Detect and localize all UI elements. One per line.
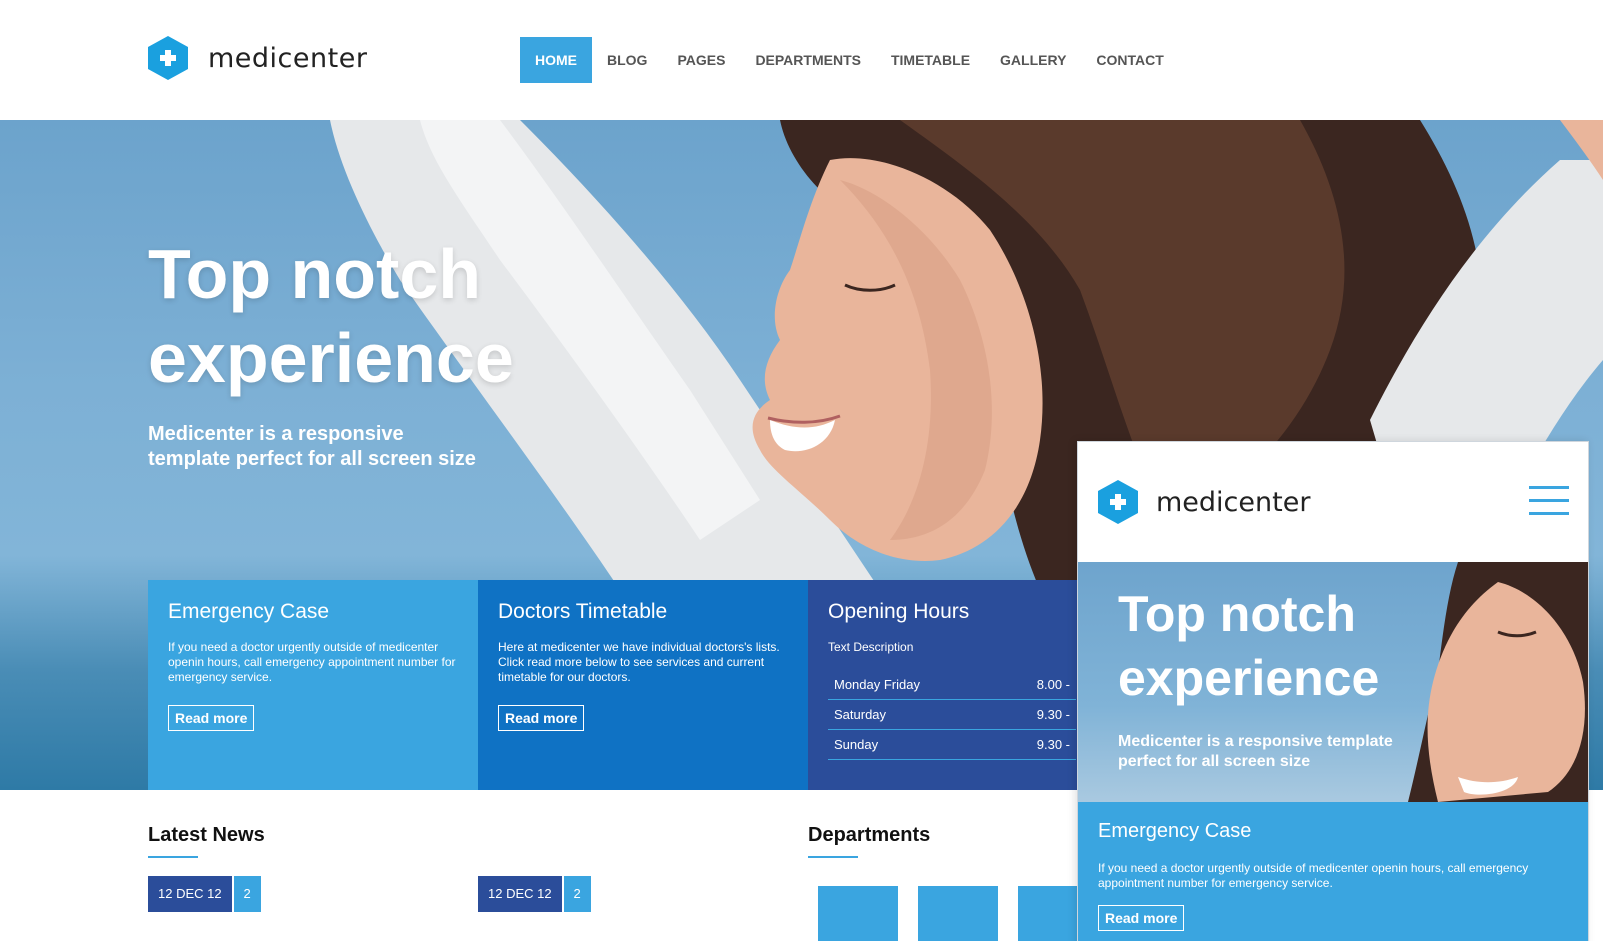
nav-item-blog[interactable]: BLOG bbox=[592, 37, 662, 83]
nav-item-timetable[interactable]: TIMETABLE bbox=[876, 37, 985, 83]
nav-item-gallery[interactable]: GALLERY bbox=[985, 37, 1081, 83]
latest-news-underline bbox=[148, 856, 198, 858]
news-date: 12 DEC 12 bbox=[148, 876, 232, 912]
emergency-case-box: Emergency Case If you need a doctor urge… bbox=[148, 580, 478, 790]
hours-day: Monday Friday bbox=[834, 677, 920, 692]
nav-item-pages[interactable]: PAGES bbox=[662, 37, 740, 83]
mobile-hero: Top notch experience Medicenter is a res… bbox=[1078, 562, 1588, 802]
department-tile[interactable] bbox=[818, 886, 898, 941]
main-nav: HOME BLOG PAGES DEPARTMENTS TIMETABLE GA… bbox=[520, 37, 1179, 83]
hero-subtitle-line-1: Medicenter is a responsive bbox=[148, 423, 404, 445]
hero-title: Top notch experience bbox=[148, 232, 708, 400]
mobile-hero-title-line-2: experience bbox=[1118, 650, 1380, 706]
hours-row: Monday Friday 8.00 - bbox=[828, 670, 1076, 700]
news-comment-count[interactable]: 2 bbox=[563, 876, 591, 912]
opening-hours-box: Opening Hours Text Description Monday Fr… bbox=[808, 580, 1078, 790]
departments-underline bbox=[808, 856, 858, 858]
hours-row: Sunday 9.30 - bbox=[828, 730, 1076, 760]
mobile-hero-title: Top notch experience bbox=[1118, 582, 1438, 710]
medical-cross-hex-icon bbox=[1098, 480, 1138, 524]
mobile-emergency-text: If you need a doctor urgently outside of… bbox=[1098, 861, 1529, 890]
hours-time: 9.30 - bbox=[1036, 707, 1070, 722]
opening-hours-description: Text Description bbox=[828, 640, 914, 654]
news-date-badge[interactable]: 12 DEC 12 2 bbox=[148, 876, 261, 912]
doctors-timetable-title: Doctors Timetable bbox=[498, 600, 668, 623]
emergency-read-more-button[interactable]: Read more bbox=[168, 705, 255, 731]
mobile-preview-frame: medicenter Top notch experience Medicent… bbox=[1077, 441, 1589, 941]
hamburger-menu-icon[interactable] bbox=[1529, 486, 1569, 518]
nav-item-home[interactable]: HOME bbox=[520, 37, 592, 83]
mobile-emergency-case-box: Emergency Case If you need a doctor urge… bbox=[1078, 802, 1588, 941]
news-date: 12 DEC 12 bbox=[478, 876, 562, 912]
hours-day: Saturday bbox=[834, 707, 887, 722]
opening-hours-title: Opening Hours bbox=[828, 600, 970, 623]
hero-title-line-1: Top notch bbox=[148, 235, 482, 313]
emergency-case-title: Emergency Case bbox=[168, 600, 330, 623]
nav-item-departments[interactable]: DEPARTMENTS bbox=[740, 37, 876, 83]
department-tile[interactable] bbox=[918, 886, 998, 941]
hero-subtitle-line-2: template perfect for all screen size bbox=[148, 448, 476, 470]
mobile-hero-title-line-1: Top notch bbox=[1118, 586, 1356, 642]
site-logo[interactable]: medicenter bbox=[148, 36, 367, 80]
doctors-timetable-box: Doctors Timetable Here at medicenter we … bbox=[478, 580, 808, 790]
mobile-logo[interactable]: medicenter bbox=[1098, 480, 1310, 524]
mobile-hero-subtitle-line-1: Medicenter is a responsive template bbox=[1118, 733, 1393, 750]
mobile-read-more-button[interactable]: Read more bbox=[1098, 905, 1185, 931]
mobile-emergency-title: Emergency Case bbox=[1098, 820, 1252, 842]
mobile-logo-text: medicenter bbox=[1156, 486, 1311, 518]
site-header: medicenter HOME BLOG PAGES DEPARTMENTS T… bbox=[0, 0, 1603, 120]
mobile-hero-subtitle-line-2: perfect for all screen size bbox=[1118, 753, 1311, 770]
emergency-case-text: If you need a doctor urgently outside of… bbox=[168, 640, 456, 684]
news-date-badge[interactable]: 12 DEC 12 2 bbox=[478, 876, 591, 912]
hours-day: Sunday bbox=[834, 737, 879, 752]
doctors-timetable-text: Here at medicenter we have individual do… bbox=[498, 640, 780, 684]
news-comment-count[interactable]: 2 bbox=[233, 876, 261, 912]
departments-title: Departments bbox=[808, 824, 931, 846]
medical-cross-hex-icon bbox=[148, 36, 188, 80]
timetable-read-more-button[interactable]: Read more bbox=[498, 705, 585, 731]
hours-time: 8.00 - bbox=[1036, 677, 1070, 692]
mobile-hero-subtitle: Medicenter is a responsive template perf… bbox=[1118, 732, 1418, 772]
hours-row: Saturday 9.30 - bbox=[828, 700, 1076, 730]
hero-subtitle: Medicenter is a responsive template perf… bbox=[148, 422, 548, 472]
nav-item-contact[interactable]: CONTACT bbox=[1081, 37, 1178, 83]
latest-news-title: Latest News bbox=[148, 824, 265, 846]
hero-title-line-2: experience bbox=[148, 319, 514, 397]
mobile-header: medicenter bbox=[1078, 442, 1588, 562]
logo-text: medicenter bbox=[208, 42, 368, 74]
hours-time: 9.30 - bbox=[1036, 737, 1070, 752]
